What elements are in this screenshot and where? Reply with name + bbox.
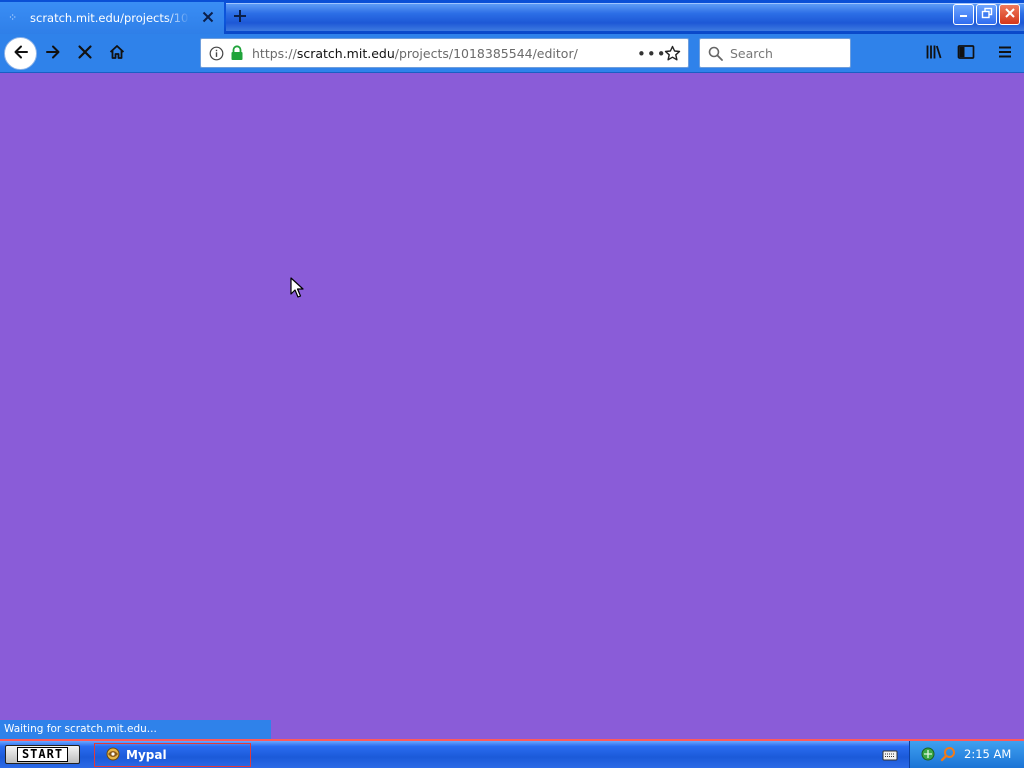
page-content[interactable] xyxy=(0,74,1024,739)
tab-scratch-editor[interactable]: ⁘ scratch.mit.edu/projects/1018385544/ed… xyxy=(0,2,224,34)
taskbar-item-mypal[interactable]: Mypal xyxy=(94,743,251,767)
info-icon[interactable] xyxy=(209,46,224,64)
url-scheme: https:// xyxy=(252,46,297,61)
tab-title: scratch.mit.edu/projects/1018385544/edit… xyxy=(30,11,190,25)
bookmark-star-icon[interactable] xyxy=(664,45,681,65)
minimize-button[interactable] xyxy=(953,4,974,25)
address-bar[interactable]: https://scratch.mit.edu/projects/1018385… xyxy=(200,38,689,68)
status-panel: Waiting for scratch.mit.edu... xyxy=(0,720,271,739)
loading-icon: ⁘ xyxy=(8,11,18,24)
start-button[interactable]: START xyxy=(5,745,80,764)
menu-button[interactable] xyxy=(995,43,1015,63)
window-titlebar xyxy=(226,3,1024,31)
back-button[interactable] xyxy=(4,37,37,70)
search-input[interactable] xyxy=(730,44,845,62)
home-button[interactable] xyxy=(107,43,127,63)
navigation-toolbar: https://scratch.mit.edu/projects/1018385… xyxy=(0,34,1024,73)
start-label: START xyxy=(16,747,69,762)
arrow-left-icon xyxy=(12,43,30,64)
mypal-icon xyxy=(105,746,121,765)
restore-icon xyxy=(981,7,993,22)
lock-icon[interactable] xyxy=(230,45,244,64)
search-tray-icon[interactable] xyxy=(940,746,956,765)
keyboard-icon[interactable] xyxy=(882,748,898,765)
minimize-icon xyxy=(958,7,970,22)
system-tray: 2:15 AM xyxy=(909,741,1024,768)
search-icon xyxy=(708,46,723,64)
network-icon[interactable] xyxy=(920,746,936,765)
taskbar-item-label: Mypal xyxy=(126,748,167,762)
page-actions-button[interactable]: ••• xyxy=(637,45,667,63)
stop-button[interactable] xyxy=(75,43,95,63)
taskbar: START Mypal 2:15 AM xyxy=(0,739,1024,768)
new-tab-button[interactable] xyxy=(226,4,254,30)
tab-strip: ⁘ scratch.mit.edu/projects/1018385544/ed… xyxy=(0,0,1024,34)
close-icon xyxy=(1004,7,1016,22)
x-icon xyxy=(77,44,93,63)
sidebar-button[interactable] xyxy=(956,43,976,63)
arrow-right-icon xyxy=(44,43,62,64)
url-text[interactable]: https://scratch.mit.edu/projects/1018385… xyxy=(252,46,578,61)
url-host: scratch.mit.edu xyxy=(296,46,395,61)
window-close-button[interactable] xyxy=(999,4,1020,25)
clock[interactable]: 2:15 AM xyxy=(964,747,1011,761)
tab-close-icon[interactable] xyxy=(200,9,216,25)
library-icon xyxy=(925,43,943,64)
search-bar[interactable] xyxy=(699,38,851,68)
hamburger-menu-icon xyxy=(996,43,1014,64)
forward-button[interactable] xyxy=(43,43,63,63)
library-button[interactable] xyxy=(924,43,944,63)
sidebar-icon xyxy=(957,43,975,64)
plus-icon xyxy=(232,8,248,27)
mouse-cursor-icon xyxy=(290,277,304,302)
url-path: /projects/1018385544/editor/ xyxy=(394,46,578,61)
home-icon xyxy=(108,43,126,64)
restore-button[interactable] xyxy=(976,4,997,25)
